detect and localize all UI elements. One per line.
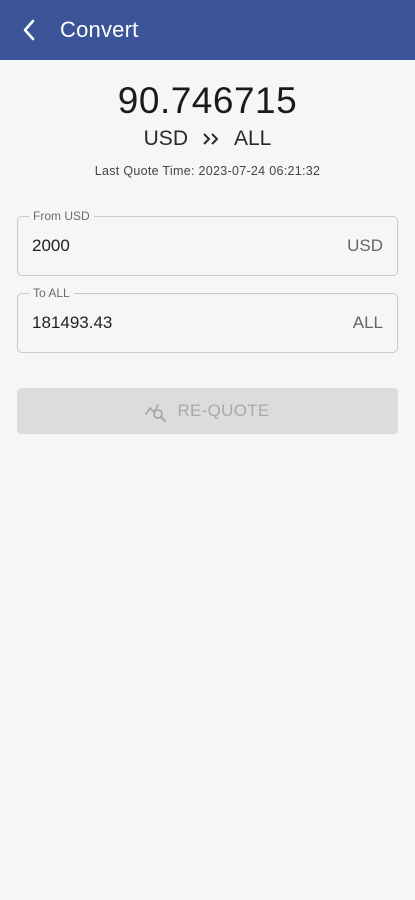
from-amount-field[interactable]: From USD 2000 USD — [17, 209, 398, 276]
from-unit: USD — [347, 236, 383, 255]
app-bar: Convert — [0, 0, 415, 60]
double-chevron-right-icon — [202, 132, 220, 146]
requote-label: RE-QUOTE — [177, 401, 270, 420]
to-amount-value[interactable]: 181493.43 — [32, 313, 112, 333]
to-field-label: To ALL — [29, 286, 74, 301]
back-arrow-icon — [23, 19, 35, 41]
last-quote-time: Last Quote Time: 2023-07-24 06:21:32 — [94, 164, 321, 178]
to-amount-field[interactable]: To ALL 181493.43 ALL — [17, 286, 398, 353]
exchange-rate: 90.746715 — [117, 80, 298, 121]
from-amount-value[interactable]: 2000 — [32, 236, 70, 256]
page-title: Convert — [60, 17, 139, 42]
to-currency-code: ALL — [233, 127, 272, 150]
currency-pair: USD ALL — [0, 124, 415, 154]
trend-search-icon — [145, 402, 169, 422]
requote-button[interactable]: RE-QUOTE — [17, 388, 398, 434]
back-button[interactable] — [4, 0, 54, 60]
from-currency-code: USD — [143, 127, 188, 150]
to-unit: ALL — [352, 313, 383, 332]
from-field-label: From USD — [29, 209, 94, 224]
